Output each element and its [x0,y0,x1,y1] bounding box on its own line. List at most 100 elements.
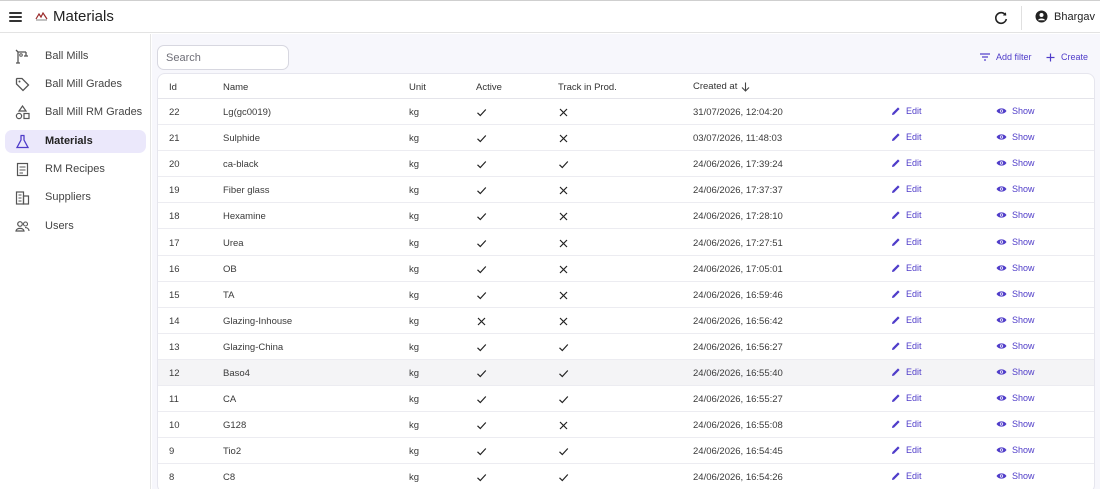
show-button[interactable]: Show [996,263,1035,273]
table-row[interactable]: 10 G128 kg 24/06/2026, 16:55:08 Edit Show [158,412,1094,439]
cell-created-at: 24/06/2026, 16:55:27 [693,394,783,406]
column-header-name[interactable]: Name [223,82,248,93]
edit-label: Edit [906,419,922,430]
edit-button[interactable]: Edit [891,445,922,455]
show-button[interactable]: Show [996,445,1035,455]
show-button[interactable]: Show [996,471,1035,481]
sidebar-item-ball-mill-rm-grades[interactable]: Ball Mill RM Grades [5,101,146,124]
table-row[interactable]: 11 CA kg 24/06/2026, 16:55:27 Edit Show [158,386,1094,413]
cell-name: CA [223,394,237,406]
cell-name: Urea [223,237,244,249]
cell-unit: kg [409,211,420,223]
edit-button[interactable]: Edit [891,289,922,299]
cell-name: Glazing-China [223,341,284,353]
tag-icon [15,77,30,92]
user-menu[interactable]: Bhargav [1035,10,1095,23]
edit-label: Edit [906,262,922,273]
show-button[interactable]: Show [996,315,1035,325]
cell-unit: kg [409,394,420,406]
eye-icon [996,369,1007,375]
eye-icon [996,447,1007,453]
eye-icon [996,238,1007,245]
table-row[interactable]: 19 Fiber glass kg 24/06/2026, 17:37:37 Edit S… [158,177,1094,204]
account-circle-icon [1035,10,1048,23]
eye-icon [996,291,1007,297]
check-icon [477,422,487,430]
table-row[interactable]: 18 Hexamine kg 24/06/2026, 17:28:10 Edit Show [158,203,1094,230]
sidebar-item-suppliers[interactable]: Suppliers [5,186,146,209]
cell-id: 11 [169,394,179,406]
show-button[interactable]: Show [996,341,1035,351]
table-row[interactable]: 20 ca-black kg 24/06/2026, 17:39:24 Edit Show [158,151,1094,178]
check-icon [477,370,487,378]
column-header-track[interactable]: Track in Prod. [558,82,617,93]
edit-button[interactable]: Edit [891,393,922,403]
column-header-unit[interactable]: Unit [409,82,426,93]
close-icon [559,421,568,430]
table-row[interactable]: 8 C8 kg 24/06/2026, 16:54:26 Edit Show [158,464,1094,489]
edit-button[interactable]: Edit [891,419,922,429]
edit-button[interactable]: Edit [891,263,922,273]
edit-button[interactable]: Edit [891,210,922,220]
cell-unit: kg [409,315,420,327]
edit-button[interactable]: Edit [891,367,922,377]
show-button[interactable]: Show [996,106,1035,116]
table-row[interactable]: 17 Urea kg 24/06/2026, 17:27:51 Edit Show [158,230,1094,256]
sidebar-item-label: Suppliers [45,191,91,203]
edit-button[interactable]: Edit [891,341,922,351]
hamburger-menu-icon[interactable] [9,10,23,24]
edit-button[interactable]: Edit [891,158,922,168]
cell-created-at: 24/06/2026, 17:39:24 [693,159,783,171]
sidebar-item-ball-mills[interactable]: Ball Mills [5,45,146,68]
add-filter-button[interactable]: Add filter [980,52,1032,62]
table-row[interactable]: 22 Lg(gc0019) kg 31/07/2026, 12:04:20 Edit Sh… [158,99,1094,125]
show-label: Show [1012,132,1035,143]
edit-button[interactable]: Edit [891,184,922,194]
show-button[interactable]: Show [996,210,1035,220]
cell-created-at: 24/06/2026, 16:59:46 [693,289,783,301]
sidebar-item-materials[interactable]: Materials [5,130,146,153]
table-row[interactable]: 15 TA kg 24/06/2026, 16:59:46 Edit Show [158,282,1094,308]
edit-button[interactable]: Edit [891,471,922,481]
pencil-icon [892,368,900,376]
show-label: Show [1012,471,1035,482]
create-button[interactable]: Create [1046,52,1088,62]
edit-button[interactable]: Edit [891,106,922,116]
table-row[interactable]: 16 OB kg 24/06/2026, 17:05:01 Edit Show [158,256,1094,282]
edit-button[interactable]: Edit [891,315,922,325]
table-row[interactable]: 21 Sulphide kg 03/07/2026, 11:48:03 Edit Show [158,125,1094,152]
search-input[interactable] [157,45,289,70]
refresh-icon[interactable] [993,10,1009,26]
show-button[interactable]: Show [996,237,1035,247]
cell-created-at: 24/06/2026, 17:37:37 [693,185,783,197]
show-button[interactable]: Show [996,419,1035,429]
cell-id: 18 [169,211,180,223]
close-icon [477,317,486,326]
pencil-icon [892,185,900,194]
show-button[interactable]: Show [996,132,1035,142]
show-button[interactable]: Show [996,158,1035,168]
pencil-icon [892,107,900,115]
edit-button[interactable]: Edit [891,237,922,247]
table-row[interactable]: 14 Glazing-Inhouse kg 24/06/2026, 16:56:42 E… [158,308,1094,334]
cell-id: 17 [169,237,180,249]
table-row[interactable]: 13 Glazing-China kg 24/06/2026, 16:56:27 Edi… [158,334,1094,360]
show-button[interactable]: Show [996,289,1035,299]
edit-button[interactable]: Edit [891,132,922,142]
sidebar-item-users[interactable]: Users [5,215,146,238]
table-row[interactable]: 9 Tio2 kg 24/06/2026, 16:54:45 Edit Show [158,438,1094,465]
edit-label: Edit [906,236,922,247]
sidebar-item-ball-mill-grades[interactable]: Ball Mill Grades [5,73,146,96]
cell-name: OB [223,263,237,275]
show-button[interactable]: Show [996,184,1035,194]
show-label: Show [1012,314,1035,325]
pencil-icon [892,316,900,324]
table-row[interactable]: 12 Baso4 kg 24/06/2026, 16:55:40 Edit Show [158,360,1094,386]
show-button[interactable]: Show [996,393,1035,403]
check-icon [477,109,487,117]
show-button[interactable]: Show [996,367,1035,377]
column-header-created-at[interactable]: Created at [693,81,750,92]
column-header-active[interactable]: Active [476,82,502,93]
column-header-id[interactable]: Id [169,82,177,93]
sidebar-item-rm-recipes[interactable]: RM Recipes [5,158,146,181]
